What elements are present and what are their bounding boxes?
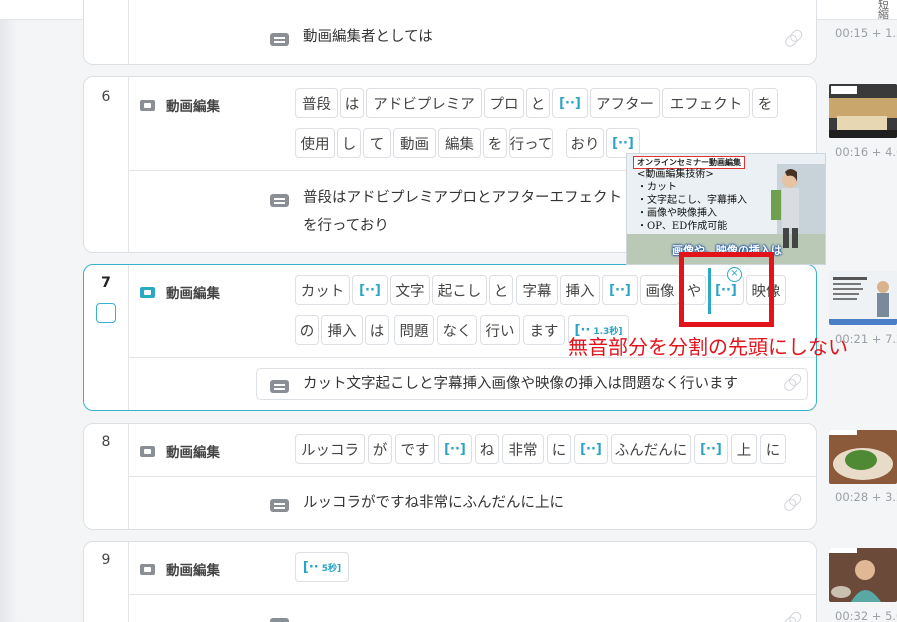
word-token[interactable]: を bbox=[752, 88, 778, 118]
word-token[interactable]: カット bbox=[295, 275, 350, 305]
clip-thumbnail[interactable] bbox=[829, 548, 897, 602]
silence-gap-token[interactable]: [··] bbox=[552, 88, 588, 118]
word-token[interactable]: 普段 bbox=[295, 88, 338, 118]
clip-row-5[interactable]: 動画編集者としては bbox=[83, 0, 817, 65]
word-token[interactable]: 起こし bbox=[432, 275, 487, 305]
clip-type: 動画編集 bbox=[140, 559, 220, 579]
video-camera-icon bbox=[140, 99, 155, 111]
video-camera-icon bbox=[140, 286, 155, 298]
word-token[interactable]: 挿入 bbox=[321, 315, 363, 345]
silence-gap-token[interactable]: [·· 5秒] bbox=[295, 552, 349, 582]
shorten-column-header: 短縮 bbox=[878, 0, 889, 21]
word-token[interactable]: 編集 bbox=[438, 128, 481, 158]
word-token[interactable]: に bbox=[547, 434, 571, 464]
slide-body: <動画編集技術> ・カット ・文字起こし、字幕挿入 ・画像や映像挿入 ・OP、E… bbox=[637, 169, 747, 232]
word-token[interactable]: を bbox=[483, 128, 507, 158]
row-number: 7 bbox=[101, 275, 111, 291]
link-icon[interactable] bbox=[782, 611, 802, 622]
subtitle-icon bbox=[270, 194, 289, 207]
video-camera-icon bbox=[140, 445, 155, 457]
word-token[interactable]: ます bbox=[523, 315, 565, 345]
clip-row-8[interactable]: 8 動画編集 ルッコラ が です [··] ね 非常 に [··] ふんだんに … bbox=[83, 423, 817, 530]
clip-timestamp: 00:15 + 1.3 bbox=[835, 26, 897, 40]
clip-type: 動画編集 bbox=[140, 441, 220, 461]
word-token[interactable]: アドビプレミア bbox=[366, 88, 482, 118]
word-token[interactable]: 動画 bbox=[393, 128, 436, 158]
word-token[interactable]: なく bbox=[437, 315, 477, 345]
sentence-row[interactable]: カット文字起こしと字幕挿入画像や映像の挿入は問題なく行います bbox=[270, 376, 738, 398]
row-select-checkbox[interactable] bbox=[96, 303, 116, 323]
annotation-text: 無音部分を分割の先頭にしない bbox=[568, 335, 848, 359]
word-token[interactable]: ルッコラ bbox=[295, 434, 365, 464]
silence-gap-token[interactable]: [··] bbox=[574, 434, 608, 464]
video-camera-icon bbox=[140, 563, 155, 575]
clip-type: 動画編集 bbox=[140, 282, 220, 302]
sentence-text: カット文字起こしと字幕挿入画像や映像の挿入は問題なく行います bbox=[303, 376, 738, 392]
word-token[interactable]: 文字 bbox=[390, 275, 430, 305]
word-token[interactable]: プロ bbox=[484, 88, 524, 118]
word-token[interactable]: し bbox=[337, 128, 361, 158]
clip-timestamp: 00:28 + 3.2 bbox=[835, 490, 897, 504]
clip-row-9[interactable]: 9 動画編集 [·· 5秒] bbox=[83, 541, 817, 622]
video-preview-popup: オンラインセミナー動画編集 <動画編集技術> ・カット ・文字起こし、字幕挿入 … bbox=[626, 153, 826, 265]
word-token[interactable]: は bbox=[365, 315, 389, 345]
word-token[interactable]: 画像 bbox=[640, 275, 680, 305]
word-token[interactable]: と bbox=[526, 88, 550, 118]
word-token[interactable]: に bbox=[760, 434, 786, 464]
sentence-text: 普段はアドビプレミアプロとアフターエフェクト を行っており bbox=[303, 190, 622, 234]
link-icon[interactable] bbox=[782, 493, 802, 513]
row-number: 8 bbox=[101, 434, 111, 450]
clip-label: 動画編集 bbox=[166, 99, 220, 115]
word-token[interactable]: です bbox=[395, 434, 435, 464]
word-token[interactable]: エフェクト bbox=[662, 88, 750, 118]
word-token[interactable]: アフター bbox=[590, 88, 660, 118]
word-token[interactable]: 上 bbox=[731, 434, 757, 464]
silence-gap-token[interactable]: [··] bbox=[438, 434, 472, 464]
word-token[interactable]: ね bbox=[475, 434, 499, 464]
subtitle-icon bbox=[270, 618, 289, 622]
word-token[interactable]: 字幕 bbox=[516, 275, 558, 305]
word-token[interactable]: 行って bbox=[509, 128, 553, 158]
word-token[interactable]: おり bbox=[566, 128, 604, 158]
word-token[interactable]: の bbox=[295, 315, 319, 345]
silence-gap-token[interactable]: [··] bbox=[694, 434, 728, 464]
link-icon[interactable] bbox=[783, 29, 803, 49]
clip-thumbnail[interactable] bbox=[829, 84, 897, 138]
sentence-row[interactable]: 動画編集者としては bbox=[270, 29, 433, 51]
clip-timestamp: 00:32 + 5.0 bbox=[835, 609, 897, 622]
word-token[interactable]: が bbox=[368, 434, 392, 464]
sentence-text: 動画編集者としては bbox=[303, 29, 433, 45]
clip-thumbnail[interactable] bbox=[829, 271, 897, 325]
word-token[interactable]: て bbox=[363, 128, 391, 158]
word-token[interactable]: 行い bbox=[480, 315, 520, 345]
word-token[interactable]: は bbox=[340, 88, 364, 118]
word-token[interactable]: 挿入 bbox=[560, 275, 600, 305]
clip-label: 動画編集 bbox=[166, 286, 220, 302]
word-token[interactable]: 問題 bbox=[394, 315, 434, 345]
sentence-row[interactable]: ルッコラがですね非常にふんだんに上に bbox=[270, 495, 564, 517]
row-number: 9 bbox=[101, 552, 111, 568]
word-token[interactable]: 非常 bbox=[502, 434, 544, 464]
clip-thumbnail[interactable] bbox=[829, 430, 897, 484]
word-token[interactable]: ふんだんに bbox=[611, 434, 691, 464]
annotation-highlight-box bbox=[679, 252, 774, 327]
word-token[interactable]: 使用 bbox=[295, 128, 335, 158]
clip-label: 動画編集 bbox=[166, 445, 220, 461]
silence-gap-token[interactable]: [··] bbox=[602, 275, 638, 305]
word-token[interactable]: と bbox=[489, 275, 513, 305]
left-edge-shadow bbox=[0, 0, 18, 622]
clip-timestamp: 00:16 + 4.6 bbox=[835, 145, 897, 159]
clip-label: 動画編集 bbox=[166, 563, 220, 579]
silence-gap-token[interactable]: [··] bbox=[352, 275, 388, 305]
clip-type: 動画編集 bbox=[140, 95, 220, 115]
sentence-text: ルッコラがですね非常にふんだんに上に bbox=[303, 495, 564, 511]
subtitle-icon bbox=[270, 380, 289, 393]
subtitle-icon bbox=[270, 33, 289, 46]
sentence-row[interactable]: 普段はアドビプレミアプロとアフターエフェクト を行っており bbox=[270, 190, 622, 240]
subtitle-icon bbox=[270, 499, 289, 512]
row-number: 6 bbox=[101, 89, 111, 105]
